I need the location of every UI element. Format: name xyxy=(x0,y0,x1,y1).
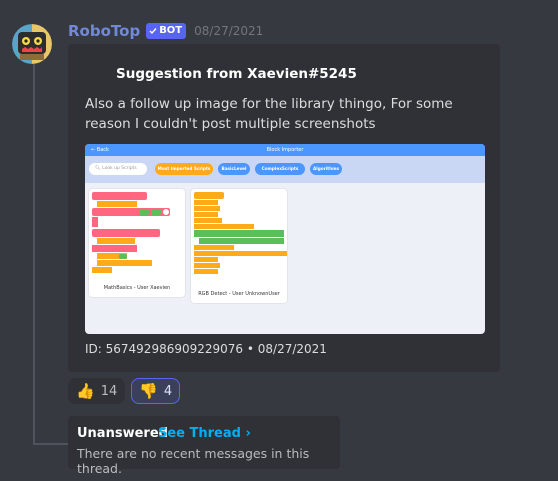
block-importer-filterbar: 🔍︎ Look up Scripts Most Imported Scripts… xyxy=(85,156,485,183)
code-blocks-illustration xyxy=(92,192,170,273)
script-card: MathBasics - User Xaevien xyxy=(89,189,185,297)
thread-card[interactable]: Unanswered See Thread › There are no rec… xyxy=(68,416,340,476)
thumbs-down-icon: 👎 xyxy=(139,382,158,400)
thread-empty-message: There are no recent messages in this thr… xyxy=(77,446,310,476)
block-importer-topbar: ← Back Block Importer xyxy=(85,144,485,156)
message-header: RoboTop BOT 08/27/2021 xyxy=(68,22,263,40)
embed-image[interactable]: ← Back Block Importer 🔍︎ Look up Scripts… xyxy=(85,144,485,334)
reaction-thumbs-down[interactable]: 👎 4 xyxy=(131,378,181,404)
embed-description: Also a follow up image for the library t… xyxy=(85,96,453,132)
tab-most-imported: Most Imported Scripts xyxy=(155,163,213,175)
timestamp[interactable]: 08/27/2021 xyxy=(194,24,263,38)
robot-avatar-icon xyxy=(12,24,52,64)
tab-algorithms: Algorithms xyxy=(310,163,342,175)
embed-title: Suggestion from Xaevien#5245 xyxy=(116,66,357,82)
search-input: 🔍︎ Look up Scripts xyxy=(89,163,147,175)
script-card-title: MathBasics - User Xaevien xyxy=(103,285,171,291)
script-card-title: RGB Detect - User UnknownUser xyxy=(198,291,280,297)
thumbs-up-icon: 👍 xyxy=(76,382,95,400)
see-thread-link[interactable]: See Thread › xyxy=(158,426,251,441)
thread-spine-line xyxy=(33,60,35,445)
embed-footer: ID: 567492986909229076 • 08/27/2021 xyxy=(85,342,327,356)
script-card: RGB Detect - User UnknownUser xyxy=(191,189,287,303)
thread-hook-line xyxy=(33,443,69,445)
bot-badge-label: BOT xyxy=(159,25,183,36)
block-importer-title: Block Importer xyxy=(266,147,304,153)
avatar[interactable] xyxy=(12,24,52,64)
checkmark-icon xyxy=(149,28,157,35)
search-placeholder: Look up Scripts xyxy=(102,166,137,171)
code-blocks-illustration xyxy=(194,192,287,274)
embed: Suggestion from Xaevien#5245 Also a foll… xyxy=(68,44,500,372)
reaction-count: 4 xyxy=(163,383,173,399)
thread-name: Unanswered xyxy=(77,426,168,441)
reactions: 👍 14 👎 4 xyxy=(68,378,181,404)
bot-badge: BOT xyxy=(146,23,187,39)
reaction-thumbs-up[interactable]: 👍 14 xyxy=(68,378,126,404)
tab-basiclevel: BasicLevel xyxy=(218,163,250,175)
reaction-count: 14 xyxy=(100,383,118,399)
tab-complexscripts: ComplexScripts xyxy=(255,163,305,175)
username[interactable]: RoboTop xyxy=(68,22,140,40)
